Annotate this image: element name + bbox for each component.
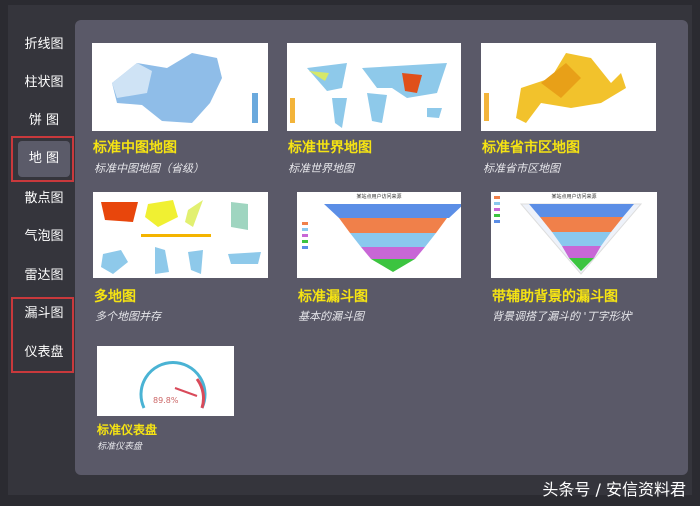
thumb-province-map[interactable] [481, 43, 656, 131]
card-title[interactable]: 标准漏斗图 [298, 286, 368, 306]
card-title[interactable]: 标准中图地图 [93, 137, 177, 157]
card-subtitle: 多个地图并存 [95, 310, 161, 323]
funnel-title: 某站点用户访问来源 [551, 194, 597, 200]
world-map-icon [290, 63, 447, 128]
card-subtitle: 基本的漏斗图 [298, 310, 364, 323]
thumb-funnel[interactable]: 某站点用户访问来源 [297, 192, 461, 278]
province-map-icon [484, 53, 626, 123]
funnel-title: 某站点用户访问来源 [356, 194, 402, 200]
thumb-funnel-bg[interactable]: 某站点用户访问来源 [491, 192, 657, 278]
multi-map-icon [101, 200, 261, 274]
thumb-china-map[interactable] [92, 43, 268, 131]
card-title[interactable]: 标准省市区地图 [482, 137, 580, 157]
card-title[interactable]: 多地图 [94, 286, 136, 306]
sidebar-item-line[interactable]: 折线图 [14, 30, 74, 60]
card-title[interactable]: 带辅助背景的漏斗图 [492, 286, 618, 306]
card-subtitle: 标准省市区地图 [483, 162, 560, 175]
highlight-box-funnel-gauge [11, 297, 74, 373]
card-subtitle: 背景调搭了漏斗的 '丁字形状' [492, 310, 634, 323]
thumb-multi-map[interactable] [93, 192, 268, 278]
highlight-box-map [11, 136, 74, 182]
card-subtitle: 标准中图地图（省级） [94, 162, 204, 175]
sidebar-item-radar[interactable]: 雷达图 [14, 261, 74, 291]
card-title[interactable]: 标准世界地图 [288, 137, 372, 157]
gauge-chart-icon [139, 360, 207, 409]
card-title[interactable]: 标准仪表盘 [97, 421, 157, 438]
thumb-world-map[interactable] [287, 43, 461, 131]
sidebar-item-bubble[interactable]: 气泡图 [14, 222, 74, 252]
sidebar-item-scatter[interactable]: 散点图 [14, 184, 74, 214]
china-map-icon [112, 53, 258, 123]
watermark: 头条号 / 安信资料君 [542, 480, 686, 499]
card-subtitle: 标准世界地图 [288, 162, 354, 175]
sidebar-item-bar[interactable]: 柱状图 [14, 68, 74, 98]
sidebar-item-pie[interactable]: 饼 图 [14, 106, 74, 136]
funnel-background-chart-icon [494, 196, 643, 275]
gauge-value: 89.8% [153, 396, 179, 405]
funnel-chart-icon [302, 204, 461, 272]
card-subtitle: 标准仪表盘 [97, 442, 143, 452]
thumb-gauge[interactable]: 89.8% [97, 346, 234, 416]
